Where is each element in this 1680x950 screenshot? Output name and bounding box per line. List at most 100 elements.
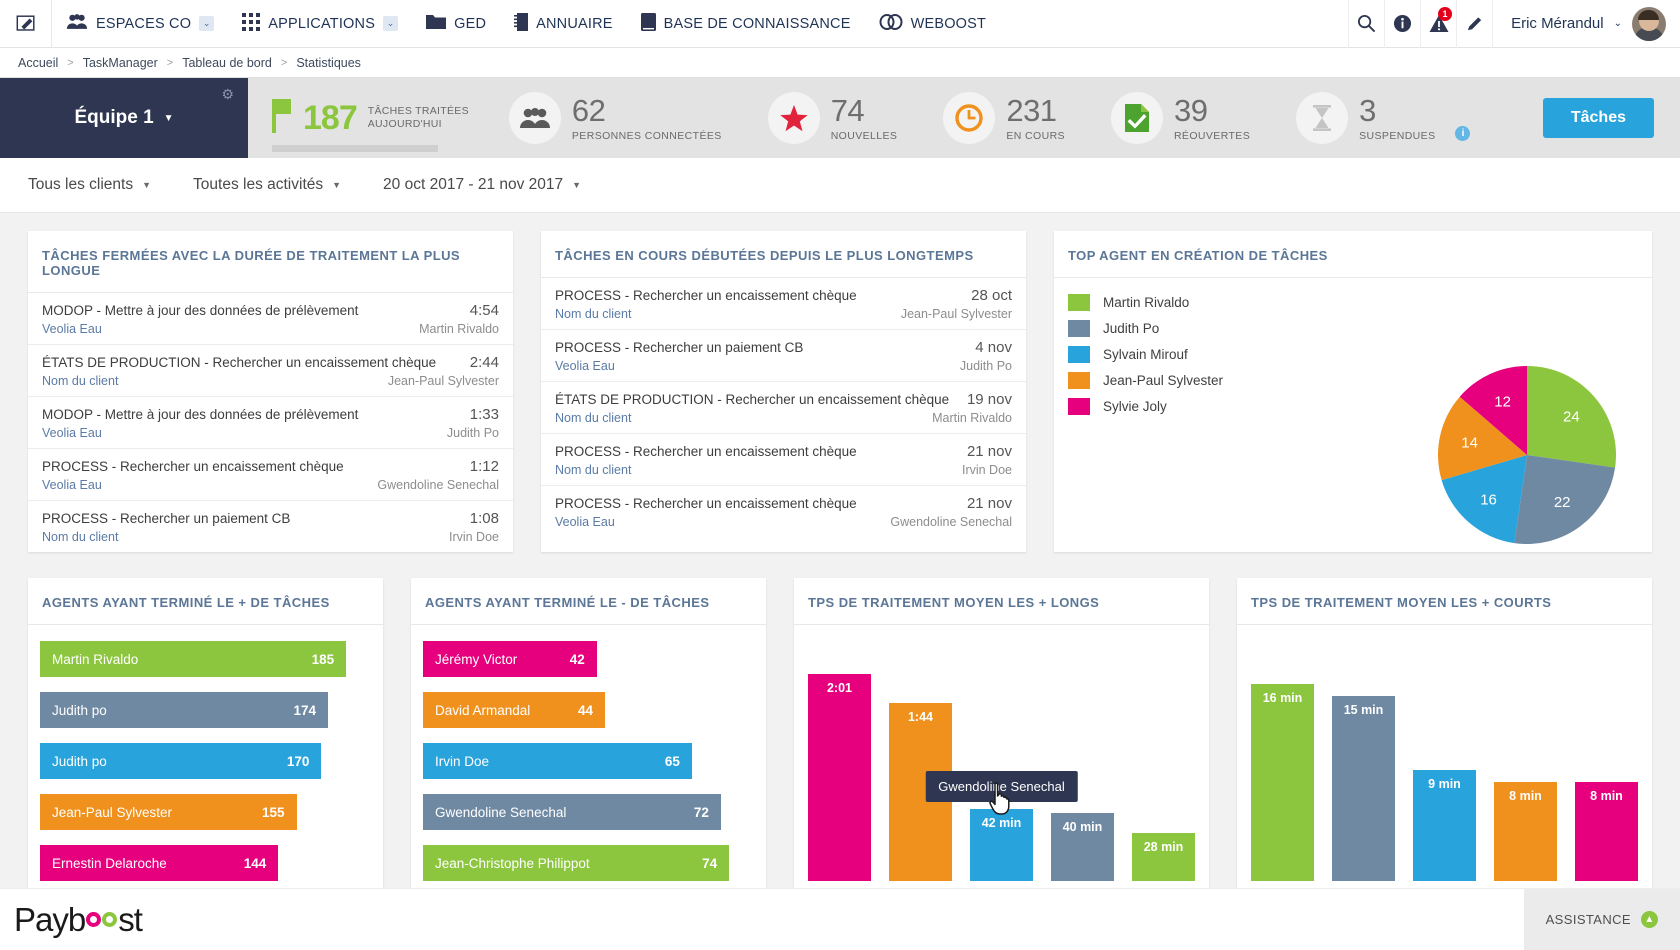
bar-value: 8 min	[1590, 789, 1623, 804]
filter-clients[interactable]: Tous les clients ▼	[28, 176, 151, 194]
bar[interactable]: 28 min	[1132, 833, 1195, 881]
bar[interactable]: David Armandal 44	[423, 692, 606, 728]
kpi-taches-traitees[interactable]: 187 TÂCHES TRAITÉES AUJOURD'HUI	[272, 98, 469, 152]
team-selector[interactable]: ⚙ Équipe 1 ▼	[0, 78, 248, 158]
pencil-icon[interactable]	[1456, 0, 1492, 48]
bar[interactable]: Jean-Paul Sylvester 155	[40, 794, 297, 830]
kpi-suspendues[interactable]: 3 SUSPENDUES i	[1296, 92, 1471, 144]
alert-triangle-icon[interactable]: 1	[1420, 0, 1456, 48]
breadcrumb-item-statistiques[interactable]: Statistiques	[296, 56, 361, 70]
logo-circles	[86, 912, 118, 927]
bar-label: David Armandal	[435, 702, 531, 718]
task-client[interactable]: Nom du client	[555, 463, 631, 477]
info-icon[interactable]: i	[1455, 126, 1471, 141]
card-inprogress-oldest: TÂCHES EN COURS DÉBUTÉES DEPUIS LE PLUS …	[541, 231, 1026, 552]
dashboard-content: TÂCHES FERMÉES AVEC LA DURÉE DE TRAITEME…	[0, 213, 1680, 896]
task-title: ÉTATS DE PRODUCTION - Rechercher un enca…	[555, 392, 950, 407]
chart-tooltip: Gwendoline Senechal	[925, 771, 1078, 809]
nav-item-weboost[interactable]: WEBOOST	[865, 0, 1001, 48]
card-title: TOP AGENT EN CRÉATION DE TÂCHES	[1054, 231, 1652, 278]
table-row[interactable]: ÉTATS DE PRODUCTION - Rechercher un enca…	[541, 382, 1026, 434]
bar[interactable]: 40 min	[1051, 812, 1114, 881]
kpi-reouvertes[interactable]: 39 RÉOUVERTES	[1110, 92, 1250, 144]
table-row[interactable]: PROCESS - Rechercher un encaissement chè…	[541, 278, 1026, 330]
task-client[interactable]: Veolia Eau	[42, 478, 102, 492]
bar-value: 44	[578, 702, 594, 718]
info-icon[interactable]	[1384, 0, 1420, 48]
avatar[interactable]	[1632, 6, 1666, 41]
bar[interactable]: Irvin Doe 65	[423, 743, 692, 779]
table-row[interactable]: PROCESS - Rechercher un encaissement chè…	[541, 486, 1026, 537]
pencil-square-icon[interactable]	[0, 0, 52, 48]
task-client[interactable]: Nom du client	[42, 374, 118, 388]
search-icon[interactable]	[1348, 0, 1384, 48]
assistance-button[interactable]: ASSISTANCE ▲	[1523, 888, 1680, 950]
task-title: MODOP - Mettre à jour des données de pré…	[42, 303, 359, 318]
table-row[interactable]: MODOP - Mettre à jour des données de pré…	[28, 397, 513, 449]
people-icon	[508, 92, 561, 144]
bar[interactable]: 15 min	[1332, 696, 1395, 881]
bar[interactable]: Ernestin Delaroche 144	[40, 845, 279, 881]
legend-item[interactable]: Judith Po	[1068, 320, 1652, 337]
breadcrumb-item-accueil[interactable]: Accueil	[18, 56, 58, 70]
task-client[interactable]: Veolia Eau	[42, 426, 102, 440]
bar-fill: 8 min	[1494, 782, 1557, 881]
bar-value: 16 min	[1262, 690, 1303, 705]
bar[interactable]: Jérémy Victor 42	[423, 641, 597, 677]
chevron-down-icon[interactable]: ⌄	[199, 16, 215, 31]
bar[interactable]: 16 min	[1251, 683, 1314, 881]
task-client[interactable]: Nom du client	[555, 307, 631, 321]
bar[interactable]: Judith po 170	[40, 743, 322, 779]
task-client[interactable]: Veolia Eau	[555, 515, 615, 529]
bar[interactable]: Gwendoline Senechal 72	[423, 794, 721, 830]
folder-icon	[426, 13, 447, 34]
table-row[interactable]: PROCESS - Rechercher un paiement CB 1:08 …	[28, 501, 513, 552]
nav-label: GED	[454, 15, 487, 32]
kpi-en-cours[interactable]: 231 EN COURS	[943, 92, 1065, 144]
chevron-down-icon[interactable]: ⌄	[383, 16, 399, 31]
bar[interactable]: Gwendoline Senechal 42 min	[925, 771, 1078, 881]
bar[interactable]: Martin Rivaldo 185	[40, 641, 347, 677]
nav-item-annuaire[interactable]: ANNUAIRE	[500, 0, 627, 48]
gear-icon[interactable]: ⚙	[221, 86, 234, 103]
kpi-nouvelles[interactable]: 74 NOUVELLES	[767, 92, 898, 144]
bar[interactable]: 9 min	[1413, 770, 1476, 881]
filter-date-range[interactable]: 20 oct 2017 - 21 nov 2017 ▼	[383, 176, 581, 194]
taches-button[interactable]: Tâches	[1542, 98, 1654, 138]
bar-label: Irvin Doe	[435, 753, 490, 769]
table-row[interactable]: MODOP - Mettre à jour des données de pré…	[28, 293, 513, 345]
kpi-personnes-connectees[interactable]: 62 PERSONNES CONNECTÉES	[508, 92, 722, 144]
breadcrumb-item-tableau-de-bord[interactable]: Tableau de bord	[182, 56, 272, 70]
task-client[interactable]: Nom du client	[42, 530, 118, 544]
pie-chart-body: Martin Rivaldo Judith Po Sylvain Mirouf Jea…	[1054, 278, 1652, 546]
bar[interactable]: 8 min	[1494, 782, 1557, 881]
table-row[interactable]: PROCESS - Rechercher un paiement CB 4 nov…	[541, 330, 1026, 382]
breadcrumb-item-taskmanager[interactable]: TaskManager	[83, 56, 158, 70]
table-row[interactable]: ÉTATS DE PRODUCTION - Rechercher un enca…	[28, 345, 513, 397]
user-menu[interactable]: Eric Mérandul ⌄	[1492, 0, 1680, 48]
table-row[interactable]: PROCESS - Rechercher un encaissement chè…	[28, 449, 513, 501]
task-list: MODOP - Mettre à jour des données de pré…	[28, 293, 513, 552]
chevron-down-icon: ▼	[163, 112, 174, 124]
nav-item-espaces-co[interactable]: ESPACES CO ⌄	[52, 0, 228, 48]
legend-item[interactable]: Sylvain Mirouf	[1068, 346, 1652, 363]
filter-activites[interactable]: Toutes les activités ▼	[193, 176, 341, 194]
card-top-agent-pie: TOP AGENT EN CRÉATION DE TÂCHES Martin R…	[1054, 231, 1652, 552]
bar[interactable]: 8 min	[1575, 782, 1638, 881]
task-client[interactable]: Veolia Eau	[555, 359, 615, 373]
bar[interactable]: Jean-Christophe Philippot 74	[423, 845, 730, 881]
bar-fill: 40 min	[1051, 812, 1114, 881]
bar[interactable]: 2:01	[808, 674, 871, 881]
nav-item-ged[interactable]: GED	[412, 0, 500, 48]
task-duration: 1:33	[469, 406, 499, 423]
legend-item[interactable]: Martin Rivaldo	[1068, 294, 1652, 311]
bar-value: 40 min	[1062, 819, 1103, 834]
task-client[interactable]: Nom du client	[555, 411, 631, 425]
nav-item-base-de-connaissance[interactable]: BASE DE CONNAISSANCE	[627, 0, 865, 48]
nav-item-applications[interactable]: APPLICATIONS ⌄	[228, 0, 412, 48]
table-row[interactable]: PROCESS - Rechercher un encaissement chè…	[541, 434, 1026, 486]
task-client[interactable]: Veolia Eau	[42, 322, 102, 336]
pie-chart[interactable]: 24 22 16 14 12	[1437, 365, 1617, 550]
bar-value: 2:01	[826, 681, 853, 696]
bar[interactable]: Judith po 174	[40, 692, 328, 728]
